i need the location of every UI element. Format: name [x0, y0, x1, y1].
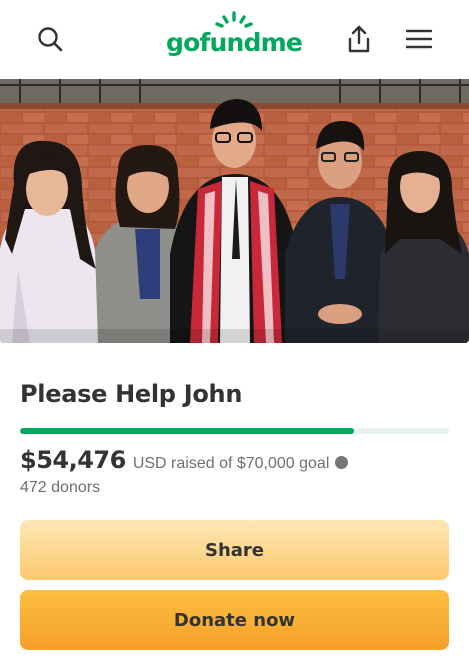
raised-goal-text: USD raised of $70,000 goal: [132, 455, 330, 472]
donor-count[interactable]: 472 donors: [20, 479, 100, 497]
hamburger-menu-icon: [405, 29, 433, 49]
campaign-title: Please Help John: [20, 380, 243, 408]
gofundme-logo[interactable]: gofundme: [166, 10, 304, 60]
share-icon-button[interactable]: [339, 19, 379, 59]
top-header: gofundme: [0, 0, 469, 79]
share-button[interactable]: Share: [20, 520, 449, 580]
info-icon[interactable]: [335, 456, 349, 469]
progress-bar-fill: [20, 428, 354, 434]
search-icon: [38, 27, 63, 52]
campaign-hero-photo: [0, 79, 469, 343]
share-upload-icon: [348, 25, 370, 53]
raised-amount: $54,476: [20, 446, 126, 474]
progress-bar: [20, 428, 449, 434]
search-button[interactable]: [30, 19, 70, 59]
logo-wordmark: gofundme: [166, 28, 303, 57]
menu-button[interactable]: [399, 19, 439, 59]
raised-summary: $54,476 USD raised of $70,000 goal: [20, 446, 349, 474]
donate-now-button[interactable]: Donate now: [20, 590, 449, 650]
